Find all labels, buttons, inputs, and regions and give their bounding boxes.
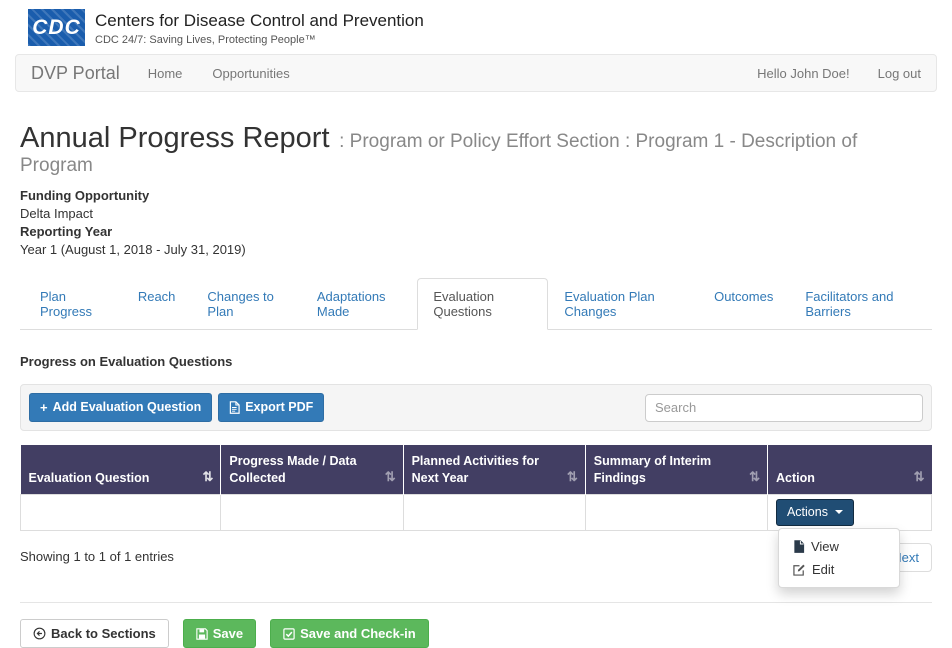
funding-opportunity-value: Delta Impact — [20, 205, 932, 223]
cdc-logo: CDC — [28, 9, 85, 46]
cdc-masthead-text: Centers for Disease Control and Preventi… — [95, 9, 424, 46]
sort-icon[interactable]: ⇅ — [385, 469, 396, 486]
save-and-check-in-label: Save and Check-in — [300, 626, 416, 642]
column-header-action[interactable]: Action ⇅ — [767, 445, 931, 494]
main-content: Annual Progress Report : Program or Poli… — [20, 122, 932, 648]
column-header-progress-made[interactable]: Progress Made / Data Collected ⇅ — [221, 445, 403, 494]
tab-facilitators-and-barriers[interactable]: Facilitators and Barriers — [789, 278, 932, 330]
nav-item-home[interactable]: Home — [148, 66, 183, 81]
plus-icon: + — [40, 400, 48, 416]
sort-icon[interactable]: ⇅ — [203, 469, 214, 486]
export-pdf-label: Export PDF — [245, 400, 313, 415]
tab-reach[interactable]: Reach — [122, 278, 192, 330]
tab-outcomes[interactable]: Outcomes — [698, 278, 789, 330]
actions-dropdown-menu: View Edit — [778, 528, 900, 588]
search-input[interactable] — [645, 394, 923, 422]
footer-buttons: Back to Sections Save Save and Check-in — [20, 619, 932, 648]
report-tabs: Plan Progress Reach Changes to Plan Adap… — [20, 278, 932, 330]
actions-dropdown-button[interactable]: Actions — [776, 499, 854, 526]
save-label: Save — [213, 626, 243, 642]
navbar-brand[interactable]: DVP Portal — [31, 63, 120, 84]
tab-adaptations-made[interactable]: Adaptations Made — [301, 278, 417, 330]
cdc-title: Centers for Disease Control and Preventi… — [95, 9, 424, 31]
column-header-planned-activities[interactable]: Planned Activities for Next Year ⇅ — [403, 445, 585, 494]
actions-label: Actions — [787, 505, 828, 520]
sort-icon[interactable]: ⇅ — [749, 469, 760, 486]
tab-plan-progress[interactable]: Plan Progress — [24, 278, 122, 330]
save-button[interactable]: Save — [183, 619, 256, 648]
tab-evaluation-questions[interactable]: Evaluation Questions — [417, 278, 548, 330]
export-pdf-button[interactable]: Export PDF — [218, 393, 324, 422]
cell-planned-activities — [403, 494, 585, 530]
tab-evaluation-plan-changes[interactable]: Evaluation Plan Changes — [548, 278, 698, 330]
add-evaluation-question-label: Add Evaluation Question — [53, 400, 202, 415]
cdc-masthead: CDC Centers for Disease Control and Prev… — [0, 0, 952, 46]
save-and-check-in-button[interactable]: Save and Check-in — [270, 619, 429, 648]
footer-divider — [20, 602, 932, 603]
arrow-circle-left-icon — [33, 627, 46, 640]
section-heading: Progress on Evaluation Questions — [20, 354, 932, 369]
table-row: Actions View — [21, 494, 932, 530]
sort-icon[interactable]: ⇅ — [567, 469, 578, 486]
view-file-icon — [793, 540, 805, 553]
pdf-file-icon — [229, 401, 240, 414]
check-square-icon — [283, 628, 295, 640]
back-to-sections-label: Back to Sections — [51, 626, 156, 642]
evaluation-questions-table: Evaluation Question ⇅ Progress Made / Da… — [20, 445, 932, 572]
table-summary: Showing 1 to 1 of 1 entries — [20, 537, 174, 564]
navbar: DVP Portal Home Opportunities Hello John… — [15, 54, 937, 92]
user-greeting: Hello John Doe! — [757, 66, 850, 81]
page-title-row: Annual Progress Report : Program or Poli… — [20, 122, 932, 177]
reporting-year-label: Reporting Year — [20, 223, 932, 241]
save-floppy-icon — [196, 628, 208, 640]
caret-down-icon — [835, 510, 843, 514]
funding-opportunity-label: Funding Opportunity — [20, 187, 932, 205]
cell-evaluation-question — [21, 494, 221, 530]
cell-progress-made — [221, 494, 403, 530]
toolbar: + Add Evaluation Question Export PDF — [20, 384, 932, 432]
add-evaluation-question-button[interactable]: + Add Evaluation Question — [29, 393, 212, 423]
column-header-summary-findings[interactable]: Summary of Interim Findings ⇅ — [585, 445, 767, 494]
tab-changes-to-plan[interactable]: Changes to Plan — [191, 278, 300, 330]
sort-icon[interactable]: ⇅ — [914, 469, 925, 486]
back-to-sections-button[interactable]: Back to Sections — [20, 619, 169, 648]
reporting-year-value: Year 1 (August 1, 2018 - July 31, 2019) — [20, 241, 932, 259]
logout-link[interactable]: Log out — [878, 66, 921, 81]
dropdown-item-view[interactable]: View — [779, 535, 899, 558]
dropdown-item-edit[interactable]: Edit — [779, 558, 899, 581]
cell-action: Actions View — [767, 494, 931, 530]
page-title: Annual Progress Report — [20, 122, 330, 154]
report-info: Funding Opportunity Delta Impact Reporti… — [20, 187, 932, 259]
cdc-tagline: CDC 24/7: Saving Lives, Protecting Peopl… — [95, 34, 424, 46]
edit-pencil-icon — [793, 563, 806, 576]
nav-item-opportunities[interactable]: Opportunities — [212, 66, 289, 81]
column-header-evaluation-question[interactable]: Evaluation Question ⇅ — [21, 445, 221, 494]
table-header-row: Evaluation Question ⇅ Progress Made / Da… — [21, 445, 932, 494]
cell-summary-findings — [585, 494, 767, 530]
